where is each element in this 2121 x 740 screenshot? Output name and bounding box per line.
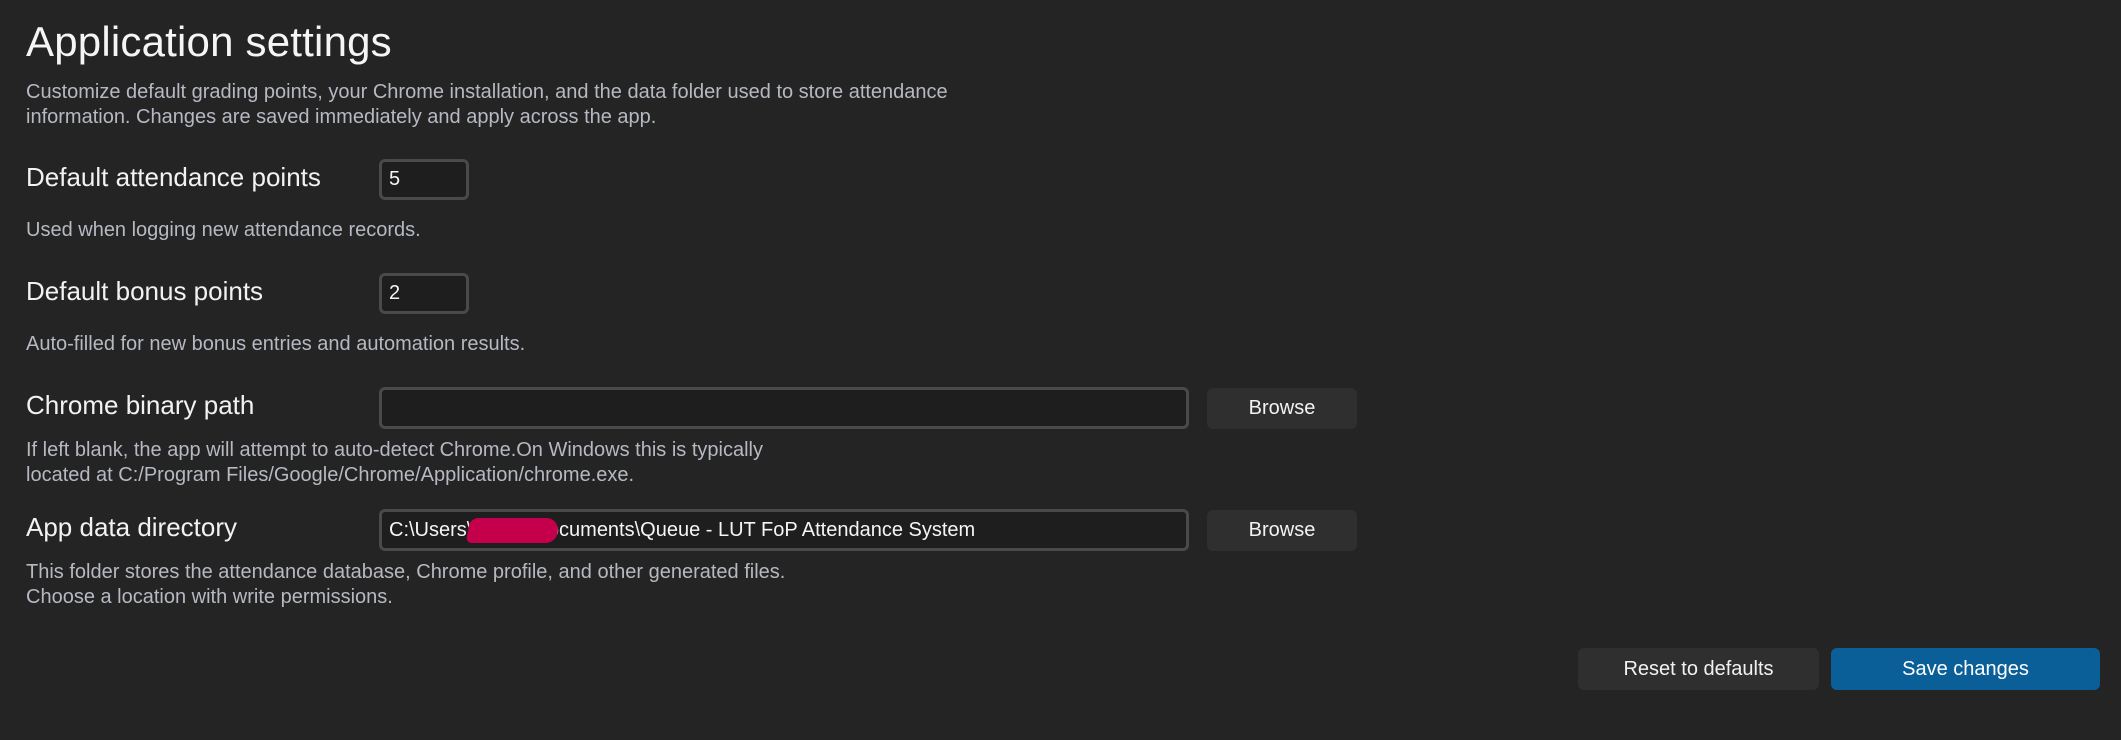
- bonus-points-label: Default bonus points: [26, 276, 264, 306]
- data-dir-help: This folder stores the attendance databa…: [26, 560, 785, 610]
- settings-page: Application settings Customize default g…: [0, 0, 2121, 740]
- attendance-points-input[interactable]: [379, 159, 469, 200]
- page-title: Application settings: [26, 18, 392, 65]
- data-dir-browse-button[interactable]: Browse: [1207, 510, 1357, 551]
- chrome-path-input[interactable]: [379, 387, 1189, 429]
- save-changes-button[interactable]: Save changes: [1831, 648, 2100, 690]
- attendance-points-help: Used when logging new attendance records…: [26, 219, 421, 241]
- attendance-points-label: Default attendance points: [26, 162, 321, 192]
- chrome-path-label: Chrome binary path: [26, 390, 255, 420]
- chrome-browse-button[interactable]: Browse: [1207, 388, 1357, 429]
- chrome-path-help-line1: If left blank, the app will attempt to a…: [26, 439, 763, 461]
- data-dir-help-line1: This folder stores the attendance databa…: [26, 561, 786, 583]
- page-description: Customize default grading points, your C…: [26, 81, 948, 128]
- redaction-mark: [465, 518, 561, 543]
- bonus-points-help: Auto-filled for new bonus entries and au…: [26, 333, 526, 355]
- chrome-path-help-line2: located at C:/Program Files/Google/Chrom…: [26, 464, 635, 486]
- chrome-path-help: If left blank, the app will attempt to a…: [26, 438, 763, 488]
- data-dir-label: App data directory: [26, 512, 238, 542]
- bonus-points-input[interactable]: [379, 273, 469, 314]
- reset-defaults-button[interactable]: Reset to defaults: [1578, 648, 1819, 690]
- data-dir-help-line2: Choose a location with write permissions…: [26, 586, 393, 608]
